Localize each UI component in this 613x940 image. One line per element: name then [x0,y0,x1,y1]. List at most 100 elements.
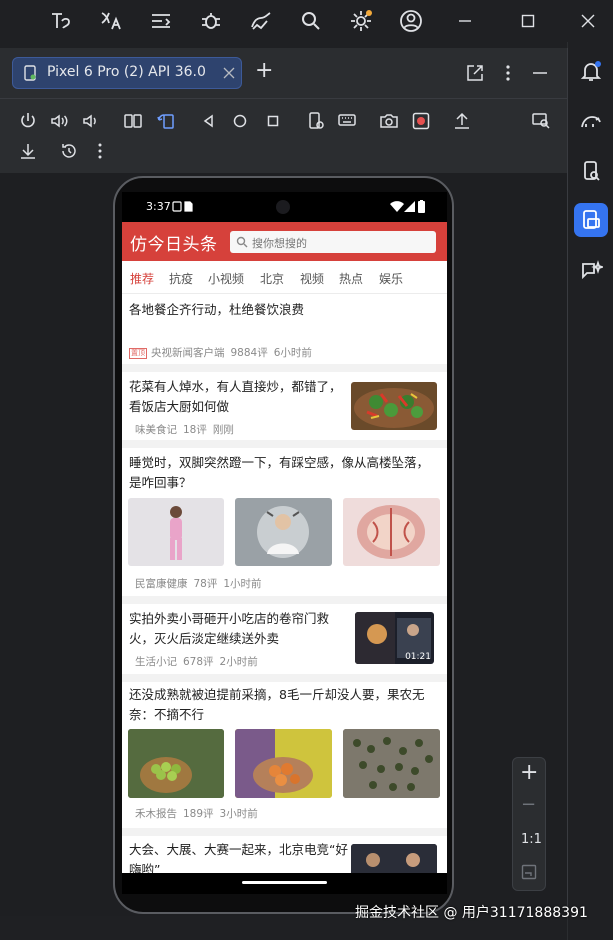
list-item[interactable]: 各地餐企齐行动，杜绝餐饮浪费 置顶 央视新闻客户端 9884评 6小时前 [122,294,447,364]
zoom-window-icon[interactable] [529,109,553,133]
tab-video[interactable]: 视频 [300,270,324,287]
search-input[interactable]: 搜你想搜的 [230,231,436,253]
zoom-out-button[interactable]: − [521,794,536,815]
gradle-icon[interactable] [574,104,608,138]
pinned-badge: 置顶 [129,348,147,359]
article-meta: 禾木报告 189评 3小时前 [135,806,264,821]
list-item[interactable]: 实拍外卖小哥砸开小吃店的卷帘门救火，灭火后淡定继续送外卖 生活小记 678评 2小时… [122,604,447,674]
keyboard-icon[interactable] [335,109,359,133]
article-comments: 78评 [193,578,218,590]
camera-cutout [276,200,290,214]
back-icon[interactable] [197,109,221,133]
article-source: 生活小记 [135,656,177,668]
translate-icon[interactable] [98,8,124,34]
new-tab-button[interactable]: + [255,58,273,84]
tab-anti-epidemic[interactable]: 抗疫 [169,270,193,287]
article-source: 禾木报告 [135,808,177,820]
maximize-icon[interactable] [515,8,541,34]
tab-beijing[interactable]: 北京 [260,270,284,287]
list-item[interactable]: 大会、大展、大赛一起来，北京电竞“好嗨哟” [122,836,447,884]
zoom-in-button[interactable]: + [520,760,538,785]
phone-screen[interactable]: 3:37 仿今日头条 搜你想搜的 推荐 抗疫 小视频 北京 视频 热点 娱乐 各… [122,192,447,894]
article-title: 各地餐企齐行动，杜绝餐饮浪费 [129,302,305,317]
phone-icon [22,65,38,81]
analytics-icon[interactable] [248,8,274,34]
category-tabs: 推荐 抗疫 小视频 北京 视频 热点 娱乐 [122,261,447,294]
right-tool-strip [567,42,613,940]
close-tab-icon[interactable] [223,67,235,79]
list-icon[interactable] [148,8,174,34]
minimize-icon[interactable] [452,8,478,34]
article-time: 刚刚 [212,424,234,436]
video-thumbnail[interactable]: 01:21 [355,612,434,664]
hide-panel-icon[interactable] [528,61,552,85]
screenshot-icon[interactable] [377,109,401,133]
app-title: 仿今日头条 [130,235,218,255]
tab-hot[interactable]: 热点 [339,270,363,287]
hands-holding-fruit-image [235,729,332,798]
status-time: 3:37 [146,200,171,213]
olives-pile-image [343,729,440,798]
download-icon[interactable] [16,139,40,163]
notifications-icon[interactable] [574,54,608,88]
ai-chat-icon[interactable] [574,254,608,288]
account-icon[interactable] [398,8,424,34]
notification-icons [172,201,194,212]
article-source: 央视新闻客户端 [151,347,225,359]
article-source: 味美食记 [135,424,177,436]
article-meta: 置顶 央视新闻客户端 9884评 6小时前 [129,345,318,360]
article-title: 还没成熟就被迫提前采摘，8毛一斤却没人要，果农无奈：不摘不行 [129,687,425,722]
status-bar: 3:37 [122,192,447,222]
tab-short-video[interactable]: 小视频 [208,270,244,287]
volume-down-icon[interactable] [78,109,102,133]
volume-up-icon[interactable] [47,109,71,133]
close-icon[interactable] [575,8,601,34]
article-title: 花菜有人焯水，有人直接炒，都错了，看饭店大厨如何做 [129,379,342,414]
app-header: 仿今日头条 搜你想搜的 [122,222,447,261]
text-tool-icon[interactable] [48,8,74,34]
video-duration: 01:21 [405,652,431,662]
home-gesture-pill[interactable] [242,881,327,884]
settings-icon[interactable] [348,8,374,34]
more-options-icon[interactable] [496,61,520,85]
more-actions-icon[interactable] [88,139,112,163]
article-title: 实拍外卖小哥砸开小吃店的卷帘门救火，灭火后淡定继续送外卖 [129,611,330,646]
brain-image [343,498,440,566]
device-tab[interactable]: Pixel 6 Pro (2) API 36.0 [12,57,242,89]
list-item[interactable]: 花菜有人焯水，有人直接炒，都错了，看饭店大厨如何做 味美食记 18评 刚刚 [122,372,447,440]
open-external-icon[interactable] [463,61,487,85]
upload-icon[interactable] [450,109,474,133]
rotate-right-icon[interactable] [154,109,178,133]
article-title: 睡觉时，双脚突然蹬一下，有踩空感，像从高楼坠落，是咋回事？ [129,455,430,490]
device-explorer-icon[interactable] [574,154,608,188]
power-icon[interactable] [16,109,40,133]
rotate-left-icon[interactable] [121,109,145,133]
running-devices-icon[interactable] [574,203,608,237]
window-title-bar [0,0,613,42]
article-comments: 678评 [183,656,214,668]
article-time: 6小时前 [273,347,312,359]
signal-icon [404,201,415,212]
tab-entertainment[interactable]: 娱乐 [379,270,403,287]
list-item[interactable]: 还没成熟就被迫提前采摘，8毛一斤却没人要，果农无奈：不摘不行 禾木报告 189评 3… [122,682,447,828]
device-tab-label: Pixel 6 Pro (2) API 36.0 [47,64,206,80]
home-icon[interactable] [228,109,252,133]
headache-man-image [235,498,332,566]
fit-screen-icon[interactable] [521,864,537,880]
search-icon[interactable] [298,8,324,34]
search-placeholder: 搜你想搜的 [252,237,307,250]
sleeping-girl-image [128,498,224,566]
battery-icon [418,200,425,213]
overview-icon[interactable] [261,109,285,133]
zoom-controls: + − 1:1 [512,757,546,891]
zoom-actual-size-button[interactable]: 1:1 [521,832,542,847]
record-icon[interactable] [409,109,433,133]
device-settings-icon[interactable] [304,109,328,133]
bug-icon[interactable] [198,8,224,34]
article-time: 3小时前 [219,808,258,820]
tab-recommend[interactable]: 推荐 [130,270,154,287]
list-item[interactable]: 睡觉时，双脚突然蹬一下，有踩空感，像从高楼坠落，是咋回事？ 民富康健康 78评 1小… [122,448,447,596]
history-icon[interactable] [57,139,81,163]
article-comments: 189评 [183,808,214,820]
watermark: 掘金技术社区 @ 用户31171888391 [355,905,588,921]
